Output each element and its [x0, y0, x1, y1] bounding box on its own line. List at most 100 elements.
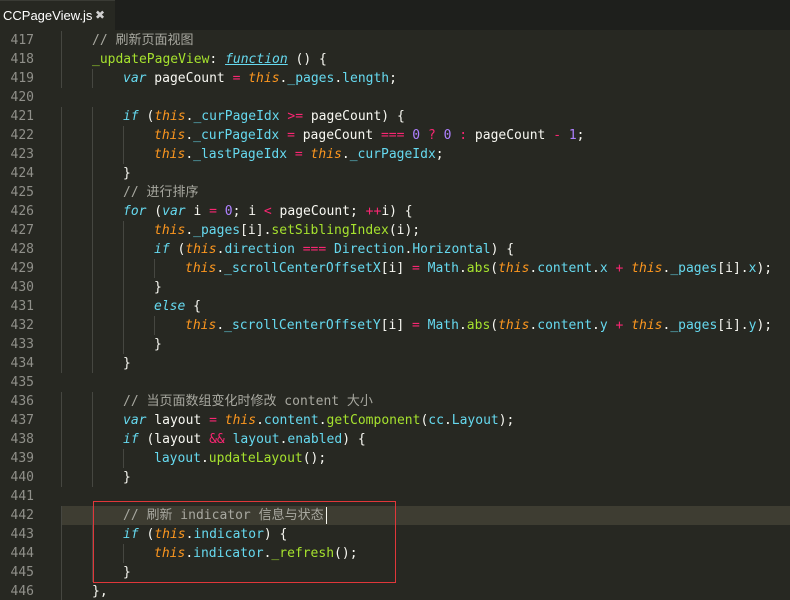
code-token: indicator [193, 527, 264, 542]
code-token: getComponent [326, 413, 421, 428]
code-area[interactable]: 417 // 刷新页面视图 418 _updatePageView: function… [0, 31, 790, 600]
code-line[interactable]: 425 // 进行排序 [0, 183, 790, 202]
line-content[interactable] [61, 487, 790, 506]
code-token: content [263, 413, 319, 428]
code-token: _updatePageView [92, 52, 210, 67]
code-token: _pages [670, 261, 718, 276]
code-line[interactable]: 423 this._lastPageIdx = this._curPageIdx; [0, 145, 790, 164]
code-line[interactable]: 422 this._curPageIdx = pageCount === 0 ? … [0, 126, 790, 145]
line-content[interactable]: } [61, 563, 790, 582]
code-token: === [380, 128, 405, 143]
line-content[interactable]: // 进行排序 [61, 183, 790, 202]
indent-guide [61, 164, 62, 183]
code-line[interactable]: 419 var pageCount = this._pages.length; [0, 69, 790, 88]
code-line[interactable]: 421 if (this._curPageIdx >= pageCount) { [0, 107, 790, 126]
line-number: 429 [10, 261, 34, 276]
code-token: else [154, 299, 186, 314]
code-line[interactable]: 434} [0, 354, 790, 373]
code-token: = [294, 147, 303, 162]
line-content[interactable]: } [61, 278, 790, 297]
indent-guide [61, 145, 62, 164]
code-token: this [310, 147, 342, 162]
code-line[interactable]: 442 // 刷新 indicator 信息与状态 [0, 506, 790, 525]
code-token: ; [435, 147, 444, 162]
code-token: Math [427, 318, 459, 333]
code-line[interactable]: 417 // 刷新页面视图 [0, 31, 790, 50]
code-line[interactable]: 429 this._scrollCenterOffsetX[i] = Math.a… [0, 259, 790, 278]
code-token: layout [232, 432, 280, 447]
code-token: = [412, 261, 420, 276]
code-line[interactable]: 440} [0, 468, 790, 487]
indent-guide [61, 240, 62, 259]
line-content[interactable]: // 当页面数组变化时修改 content 大小 [61, 392, 790, 411]
code-token: for [123, 204, 147, 219]
line-content[interactable]: } [61, 468, 790, 487]
line-content[interactable]: this._pages[i].setSiblingIndex(i); [61, 221, 790, 240]
line-content[interactable]: else { [61, 297, 790, 316]
code-text: if (this._curPageIdx >= pageCount) { [123, 107, 405, 126]
line-content[interactable]: this.indicator._refresh(); [61, 544, 790, 563]
line-content[interactable]: // 刷新页面视图 [61, 31, 790, 50]
code-line[interactable]: 437 var layout = this.content.getComponen… [0, 411, 790, 430]
line-content[interactable]: } [61, 164, 790, 183]
code-token: this [224, 413, 257, 428]
line-content[interactable]: if (this.direction === Direction.Horizon… [61, 240, 790, 259]
code-line[interactable]: 432 this._scrollCenterOffsetY[i] = Math.a… [0, 316, 790, 335]
line-content[interactable]: } [61, 354, 790, 373]
code-token: x [599, 261, 608, 276]
tab-ccpageview-js[interactable]: CCPageView.js ✖ [0, 0, 115, 30]
code-token: this [154, 109, 186, 124]
code-line[interactable]: 420 [0, 88, 790, 107]
line-content[interactable]: layout.updateLayout(); [61, 449, 790, 468]
code-token: pageCount; [271, 204, 366, 219]
code-token: this [185, 318, 217, 333]
indent-guide [61, 335, 62, 354]
code-line[interactable]: 446}, [0, 582, 790, 600]
line-content[interactable]: this._scrollCenterOffsetX[i] = Math.abs(… [61, 259, 790, 278]
code-line[interactable]: 444 this.indicator._refresh(); [0, 544, 790, 563]
code-token: } [123, 356, 131, 371]
code-line[interactable]: 436 // 当页面数组变化时修改 content 大小 [0, 392, 790, 411]
line-content[interactable]: }, [61, 582, 790, 600]
line-content[interactable]: // 刷新 indicator 信息与状态 [61, 506, 790, 525]
line-content[interactable]: if (layout && layout.enabled) { [61, 430, 790, 449]
code-line[interactable]: 439 layout.updateLayout(); [0, 449, 790, 468]
indent-guide [123, 335, 124, 354]
code-line[interactable]: 426 for (var i = 0; i < pageCount; ++i) { [0, 202, 790, 221]
line-content[interactable]: var layout = this.content.getComponent(c… [61, 411, 790, 430]
code-line[interactable]: 441 [0, 487, 790, 506]
code-line[interactable]: 433} [0, 335, 790, 354]
code-text: var layout = this.content.getComponent(c… [123, 411, 514, 430]
line-content[interactable] [61, 373, 790, 392]
line-number: 446 [10, 584, 34, 599]
code-token: ); [756, 318, 773, 333]
line-content[interactable]: this._scrollCenterOffsetY[i] = Math.abs(… [61, 316, 790, 335]
line-content[interactable]: this._lastPageIdx = this._curPageIdx; [61, 145, 790, 164]
code-line[interactable]: 438 if (layout && layout.enabled) { [0, 430, 790, 449]
line-content[interactable]: var pageCount = this._pages.length; [61, 69, 790, 88]
indent-guide [92, 297, 93, 316]
code-line[interactable]: 428 if (this.direction === Direction.Hori… [0, 240, 790, 259]
code-line[interactable]: 424} [0, 164, 790, 183]
code-token: function [225, 52, 288, 67]
line-content[interactable]: if (this.indicator) { [61, 525, 790, 544]
line-content[interactable]: this._curPageIdx = pageCount === 0 ? 0 :… [61, 126, 790, 145]
code-line[interactable]: 418 _updatePageView: function () { [0, 50, 790, 69]
code-line[interactable]: 427 this._pages[i].setSiblingIndex(i); [0, 221, 790, 240]
code-token: . [185, 128, 194, 143]
code-text: if (this.direction === Direction.Horizon… [154, 240, 514, 259]
code-line[interactable]: 430} [0, 278, 790, 297]
line-content[interactable]: _updatePageView: function () { [61, 50, 790, 69]
close-icon[interactable]: ✖ [93, 7, 107, 23]
code-line[interactable]: 435 [0, 373, 790, 392]
code-line[interactable]: 443 if (this.indicator) { [0, 525, 790, 544]
line-content[interactable]: if (this._curPageIdx >= pageCount) { [61, 107, 790, 126]
line-content[interactable]: } [61, 335, 790, 354]
code-line[interactable]: 445} [0, 563, 790, 582]
code-line[interactable]: 431 else { [0, 297, 790, 316]
code-token: i [185, 204, 210, 219]
line-content[interactable]: for (var i = 0; i < pageCount; ++i) { [61, 202, 790, 221]
line-content[interactable] [61, 88, 790, 107]
